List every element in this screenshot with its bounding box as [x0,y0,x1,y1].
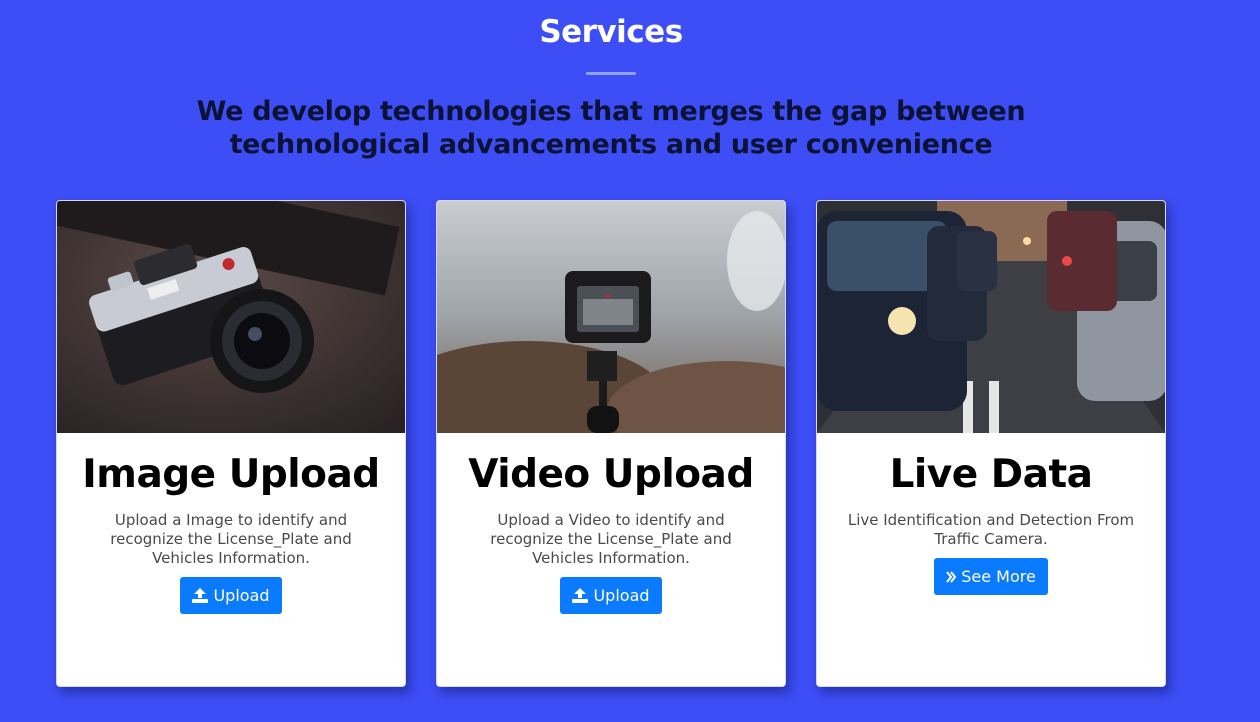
card-title: Video Upload [468,452,754,497]
card-description: Live Identification and Detection From T… [847,511,1135,548]
service-card-live-data: Live Data Live Identification and Detect… [816,200,1166,687]
upload-icon [192,588,209,603]
section-title: Services [539,14,683,50]
traffic-photo [817,201,1165,433]
card-title: Live Data [889,452,1093,497]
double-chevron-right-icon [946,570,957,583]
upload-button-label: Upload [593,586,650,605]
service-card-video-upload: Video Upload Upload a Video to identify … [436,200,786,687]
upload-image-button[interactable]: Upload [180,577,282,614]
card-description: Upload a Video to identify and recognize… [490,511,732,567]
upload-video-button[interactable]: Upload [560,577,662,614]
upload-icon [572,588,589,603]
title-underline [586,72,636,75]
action-camera-photo [437,201,785,433]
see-more-button-label: See More [961,567,1036,586]
camera-photo [57,201,405,433]
card-description: Upload a Image to identify and recognize… [110,511,352,567]
upload-button-label: Upload [213,586,270,605]
section-tagline: We develop technologies that merges the … [196,96,1026,160]
card-title: Image Upload [82,452,380,497]
see-more-button[interactable]: See More [934,558,1048,595]
service-card-image-upload: Image Upload Upload a Image to identify … [56,200,406,687]
